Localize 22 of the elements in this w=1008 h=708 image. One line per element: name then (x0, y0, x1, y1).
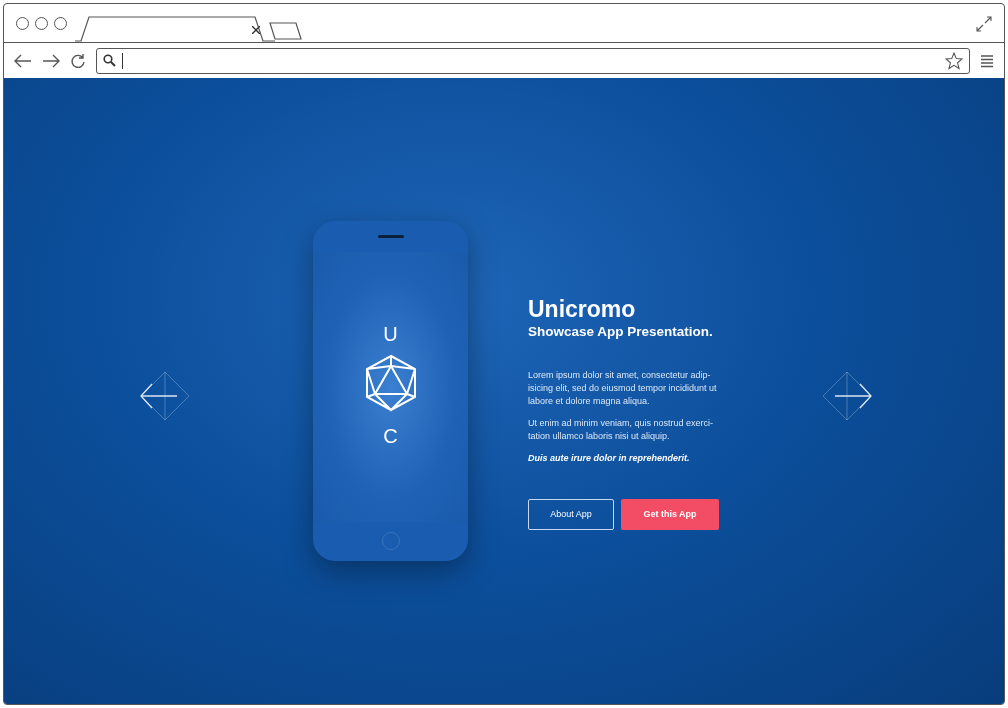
icosahedron-icon (364, 354, 417, 412)
search-icon (103, 54, 116, 67)
description-text: Ut enim ad minim veniam, quis nostrud exerci-tation ullamco laboris nisi ut aliquip. (528, 417, 715, 443)
forward-icon[interactable] (42, 53, 60, 68)
app-title: Unicromo (528, 295, 637, 323)
fullscreen-icon[interactable] (976, 16, 992, 32)
close-icon[interactable] (252, 26, 260, 34)
phone-speaker (377, 235, 404, 238)
emphasis-text: Duis aute irure dolor in reprehenderit. (528, 452, 691, 465)
back-icon[interactable] (14, 53, 32, 68)
logo-letter: U (383, 324, 398, 344)
star-icon[interactable] (945, 51, 963, 70)
next-arrow-icon[interactable] (822, 371, 872, 421)
app-subtitle: Showcase App Presentation. (528, 323, 714, 341)
logo-letter: C (383, 426, 398, 446)
previous-arrow-icon[interactable] (140, 371, 190, 421)
new-tab-button[interactable] (269, 22, 303, 40)
about-app-button[interactable]: About App (528, 499, 614, 530)
menu-icon[interactable] (980, 53, 994, 68)
reload-icon[interactable] (70, 52, 86, 69)
address-bar[interactable] (96, 47, 970, 74)
description-text: Lorem ipsum dolor sit amet, consectetur adip-isicing elit, sed do eiusmod tempor incididunt ut labore et dolore magna aliqua. (528, 369, 718, 408)
